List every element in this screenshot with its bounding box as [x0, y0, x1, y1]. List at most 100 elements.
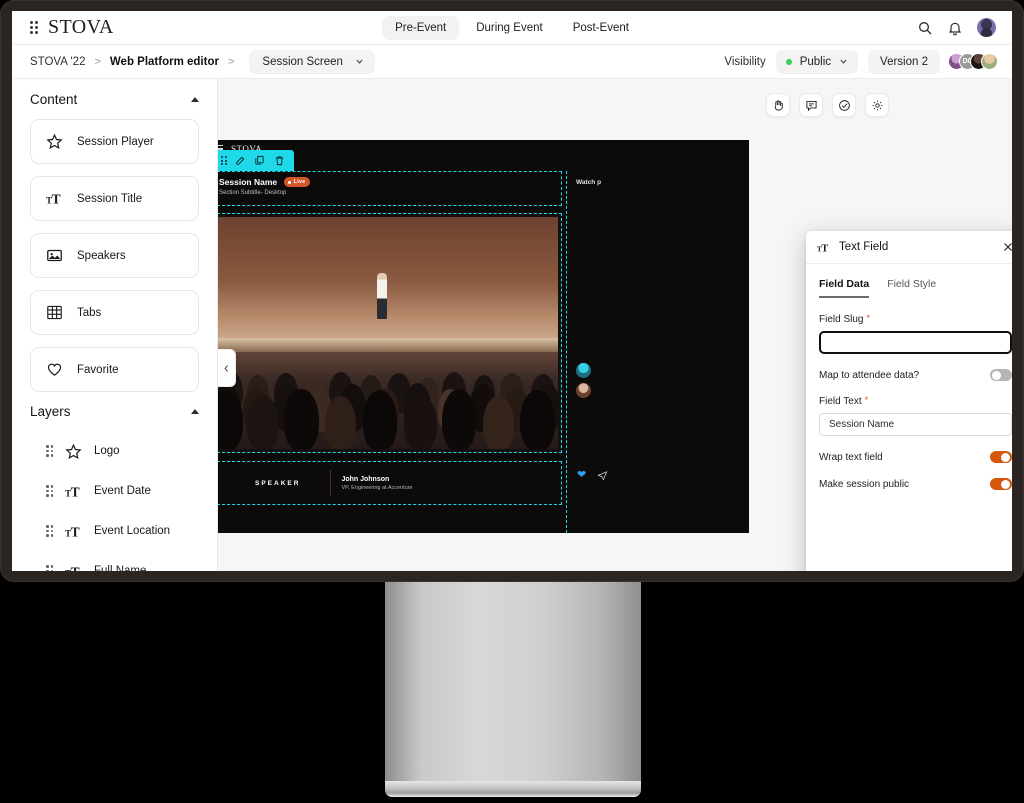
chevron-left-icon — [222, 364, 231, 373]
session-screen-preview[interactable]: STOVA Session Name Live Section Subt — [218, 140, 749, 533]
field-slug-label: Field Slug * — [819, 314, 1012, 325]
divider — [330, 470, 331, 496]
avatar[interactable] — [977, 18, 996, 37]
text-format-icon: TT — [817, 241, 830, 254]
star-icon — [65, 443, 82, 460]
caret-up-icon[interactable] — [191, 97, 199, 102]
comment-button[interactable] — [799, 93, 823, 117]
monitor-stand-base — [385, 781, 641, 797]
brand-logo[interactable]: STOVA — [48, 16, 114, 39]
wrap-text-field-toggle[interactable] — [990, 451, 1012, 463]
make-session-public-label: Make session public — [819, 479, 909, 490]
drag-handle-icon[interactable] — [46, 485, 53, 497]
editor-canvas[interactable]: STOVA Session Name Live Section Subt — [218, 79, 1012, 571]
heart-icon[interactable]: ❤ — [577, 468, 586, 481]
monitor-mockup: STOVA Pre-Event During Event Post-Event … — [0, 0, 1024, 803]
field-slug-input[interactable] — [819, 331, 1012, 354]
drag-handle-icon[interactable] — [46, 445, 53, 457]
sidebar-item-tabs[interactable]: Tabs — [30, 290, 199, 335]
watch-party-label: Watch p — [576, 179, 744, 186]
session-subtitle-text: Section Subtitle- Desktop — [219, 190, 561, 196]
map-attendee-toggle[interactable] — [990, 369, 1012, 381]
session-player-block[interactable] — [218, 213, 562, 453]
caret-up-icon[interactable] — [191, 409, 199, 414]
layer-item-logo[interactable]: Logo — [12, 431, 217, 471]
chevron-down-icon — [355, 57, 364, 66]
svg-text:T: T — [71, 524, 80, 539]
watch-party-pane[interactable]: Watch p ❤ — [566, 171, 744, 533]
layer-item-event-date[interactable]: TT Event Date — [12, 471, 217, 511]
hand-pan-button[interactable] — [766, 93, 790, 117]
avatar[interactable] — [576, 363, 591, 378]
close-icon[interactable] — [1002, 241, 1012, 253]
layer-item-full-name[interactable]: TT Full Name — [12, 551, 217, 571]
layer-item-event-location[interactable]: TT Event Location — [12, 511, 217, 551]
svg-text:T: T — [71, 564, 80, 571]
sidebar-item-label: Session Title — [77, 193, 142, 205]
field-slug-label-text: Field Slug — [819, 314, 863, 325]
drag-handle-icon[interactable] — [46, 525, 53, 537]
sidebar-item-speakers[interactable]: Speakers — [30, 233, 199, 278]
bell-icon[interactable] — [947, 20, 963, 36]
monitor-stand-neck — [385, 582, 641, 787]
visibility-select[interactable]: Public — [776, 50, 858, 74]
sidebar-item-label: Speakers — [77, 250, 126, 262]
tab-field-style[interactable]: Field Style — [887, 278, 936, 298]
top-nav-tabs: Pre-Event During Event Post-Event — [382, 16, 642, 40]
speakers-block[interactable]: SPEAKER John Johnson VP, Engineering at … — [218, 461, 562, 505]
layer-item-label: Logo — [94, 445, 120, 457]
field-text-label-text: Field Text — [819, 396, 862, 407]
sidebar-item-label: Session Player — [77, 136, 154, 148]
star-icon — [46, 133, 63, 150]
settings-button[interactable] — [865, 93, 889, 117]
grip-icon[interactable] — [30, 21, 38, 34]
app-window: STOVA Pre-Event During Event Post-Event … — [12, 11, 1012, 571]
session-name-text: Session Name — [219, 177, 277, 187]
image-icon — [46, 247, 63, 264]
sidebar-collapse-button[interactable] — [218, 349, 236, 387]
search-icon[interactable] — [917, 20, 933, 36]
tab-during-event[interactable]: During Event — [463, 16, 555, 40]
text-field-panel-header: TT Text Field — [806, 231, 1012, 264]
text-format-icon: TT — [65, 523, 82, 540]
breadcrumb: STOVA '22 > Web Platform editor > Sessio… — [30, 50, 375, 74]
field-text-input[interactable] — [819, 413, 1012, 436]
text-format-icon: TT — [65, 563, 82, 572]
session-video-still — [218, 217, 558, 449]
hand-pan-icon — [772, 99, 785, 112]
layer-item-label: Full Name — [94, 565, 146, 571]
breadcrumb-item-event[interactable]: STOVA '22 — [30, 56, 85, 68]
avatar[interactable] — [981, 53, 998, 70]
visibility-value: Public — [800, 56, 831, 68]
left-sidebar: Content Session Player TT Session Title … — [12, 79, 218, 571]
edit-pencil-icon[interactable] — [235, 155, 246, 166]
panel-title: Text Field — [839, 241, 993, 253]
sidebar-item-session-player[interactable]: Session Player — [30, 119, 199, 164]
map-attendee-label: Map to attendee data? — [819, 370, 919, 381]
status-dot-icon — [786, 59, 792, 65]
drag-handle-icon[interactable] — [221, 156, 227, 165]
send-plane-icon[interactable] — [597, 470, 608, 481]
check-circle-button[interactable] — [832, 93, 856, 117]
grid-table-icon — [46, 304, 63, 321]
speaker-section-label: SPEAKER — [255, 480, 300, 487]
avatar[interactable] — [576, 383, 591, 398]
speaker-info: John Johnson VP, Engineering at Accentur… — [341, 476, 412, 491]
session-title-block[interactable]: Session Name Live Section Subtitle- Desk… — [218, 171, 562, 206]
breadcrumb-item-editor[interactable]: Web Platform editor — [110, 56, 219, 68]
trash-icon[interactable] — [274, 155, 285, 166]
tab-field-data[interactable]: Field Data — [819, 278, 869, 298]
layers-section-title: Layers — [30, 404, 71, 419]
screen-select[interactable]: Session Screen — [249, 50, 375, 74]
wrap-text-field-label: Wrap text field — [819, 452, 883, 463]
make-session-public-toggle[interactable] — [990, 478, 1012, 490]
version-button[interactable]: Version 2 — [868, 50, 940, 74]
gear-icon — [871, 99, 884, 112]
tab-pre-event[interactable]: Pre-Event — [382, 16, 459, 40]
wrap-text-field-row: Wrap text field — [819, 451, 1012, 463]
tab-post-event[interactable]: Post-Event — [560, 16, 642, 40]
duplicate-icon[interactable] — [254, 155, 265, 166]
drag-handle-icon[interactable] — [46, 565, 53, 571]
sidebar-item-session-title[interactable]: TT Session Title — [30, 176, 199, 221]
sidebar-item-favorite[interactable]: Favorite — [30, 347, 199, 392]
